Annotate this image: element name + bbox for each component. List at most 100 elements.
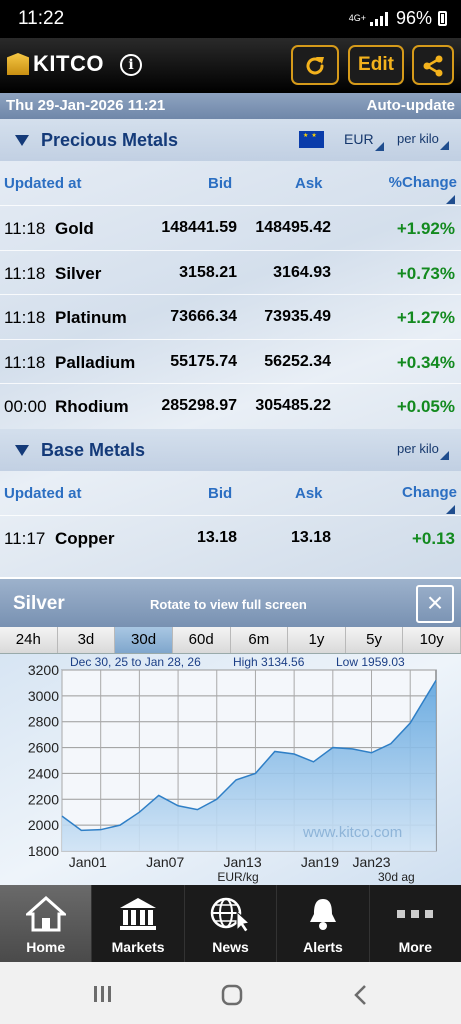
base-unit-selector[interactable]: per kilo xyxy=(397,441,449,460)
logo-text: KITCO xyxy=(33,51,104,76)
nav-more[interactable]: More xyxy=(370,885,461,962)
tab-range-60d[interactable]: 60d xyxy=(173,627,231,653)
col-updated: Updated at xyxy=(4,485,82,502)
row-change: +0.05% xyxy=(396,397,455,416)
info-icon[interactable]: i xyxy=(120,54,142,76)
nav-alerts[interactable]: Alerts xyxy=(277,885,370,962)
row-ask: 305485.22 xyxy=(255,397,331,414)
col-ask: Ask xyxy=(295,485,323,502)
currency-label: EUR xyxy=(344,131,374,147)
chart-panel: Silver Rotate to view full screen × 24h 3… xyxy=(0,577,461,885)
table-row[interactable]: 11:18 Gold 148441.59 148495.42 +1.92% xyxy=(0,205,461,249)
home-system-icon[interactable] xyxy=(220,983,244,1007)
chart-low: Low 1959.03 xyxy=(336,655,405,669)
status-bar: 11:22 4G+ 96% xyxy=(0,0,461,38)
row-metal-name: Palladium xyxy=(55,352,136,372)
table-row[interactable]: 11:17 Copper 13.18 13.18 +0.13 xyxy=(0,515,461,559)
row-bid: 73666.34 xyxy=(170,308,237,325)
tab-range-3d[interactable]: 3d xyxy=(58,627,116,653)
nav-markets[interactable]: Markets xyxy=(92,885,185,962)
bank-building-icon xyxy=(120,898,157,930)
metals-list: Precious Metals EUR per kilo Updated at … xyxy=(0,119,461,577)
y-tick-label: 1800 xyxy=(28,843,59,859)
table-row[interactable]: 11:18 Silver 3158.21 3164.93 +0.73% xyxy=(0,249,461,294)
x-tick-label: Jan07 xyxy=(146,854,184,870)
row-bid: 3158.21 xyxy=(179,263,237,281)
kitco-logo-icon xyxy=(7,53,29,75)
row-time: 11:18 xyxy=(4,263,46,283)
row-change: +0.34% xyxy=(396,352,455,372)
collapse-triangle-icon xyxy=(15,445,29,456)
kitco-app-screen: 11:22 4G+ 96% KITCO i Edit Thu 29-Jan-20… xyxy=(0,0,461,1024)
x-tick-label: Jan23 xyxy=(352,854,390,870)
y-tick-label: 2200 xyxy=(28,791,59,807)
y-tick-label: 2000 xyxy=(28,817,59,833)
eu-flag-icon xyxy=(299,131,324,148)
col-ask: Ask xyxy=(295,175,323,192)
refresh-button[interactable] xyxy=(291,45,339,85)
row-change: +1.27% xyxy=(396,308,455,327)
col-change[interactable]: Change xyxy=(402,484,457,501)
row-ask: 56252.34 xyxy=(264,352,331,370)
close-chart-button[interactable]: × xyxy=(416,585,454,623)
tab-range-1y[interactable]: 1y xyxy=(288,627,346,653)
tab-range-30d[interactable]: 30d xyxy=(115,627,173,653)
y-tick-label: 2800 xyxy=(28,714,59,730)
rotate-hint: Rotate to view full screen xyxy=(150,597,307,612)
row-bid: 148441.59 xyxy=(161,219,237,236)
price-chart[interactable]: 1800 2000 2200 2400 2600 2800 3000 3200 Jan01 Jan… xyxy=(0,654,461,885)
table-row[interactable]: 11:18 Platinum 73666.34 73935.49 +1.27% xyxy=(0,294,461,338)
kitco-logo: KITCO xyxy=(7,51,104,77)
base-metals-title: Base Metals xyxy=(41,440,146,460)
precious-unit-selector[interactable]: per kilo xyxy=(397,131,449,150)
col-bid: Bid xyxy=(208,485,233,502)
home-icon xyxy=(25,896,66,932)
time-range-tabs: 24h 3d 30d 60d 6m 1y 5y 10y xyxy=(0,627,461,654)
collapse-triangle-icon xyxy=(15,135,29,146)
auto-update-label[interactable]: Auto-update xyxy=(367,97,455,114)
table-row[interactable]: 11:18 Palladium 55175.74 56252.34 +0.34% xyxy=(0,338,461,383)
recent-apps-icon[interactable] xyxy=(92,984,114,1004)
bottom-navigation: Home Markets News Alerts More xyxy=(0,885,461,962)
y-tick-label: 3200 xyxy=(28,662,59,678)
col-updated: Updated at xyxy=(4,175,82,192)
row-metal-name: Rhodium xyxy=(55,397,129,416)
row-change: +0.73% xyxy=(396,263,455,283)
nav-news[interactable]: News xyxy=(185,885,278,962)
base-metals-header[interactable]: Base Metals per kilo xyxy=(0,429,461,471)
more-dots-icon xyxy=(397,910,434,918)
row-ask: 73935.49 xyxy=(264,308,331,325)
x-tick-label: Jan19 xyxy=(301,854,339,870)
table-row[interactable]: 00:00 Rhodium 285298.97 305485.22 +0.05% xyxy=(0,383,461,427)
date-bar: Thu 29-Jan-2026 11:21 Auto-update xyxy=(0,93,461,119)
bell-icon xyxy=(309,899,336,930)
y-tick-label: 2600 xyxy=(28,740,59,756)
nav-home[interactable]: Home xyxy=(0,885,93,962)
precious-metals-title: Precious Metals xyxy=(41,130,179,150)
precious-column-headers: Updated at Bid Ask %Change xyxy=(0,161,461,205)
tab-range-6m[interactable]: 6m xyxy=(231,627,289,653)
share-icon xyxy=(423,55,443,77)
row-time: 11:17 xyxy=(4,529,46,548)
chart-metal-name: Silver xyxy=(13,593,65,614)
share-button[interactable] xyxy=(412,45,454,85)
row-change: +0.13 xyxy=(411,529,455,548)
currency-selector[interactable]: EUR xyxy=(344,131,384,151)
tab-range-24h[interactable]: 24h xyxy=(0,627,58,653)
refresh-icon xyxy=(306,57,324,75)
row-ask: 3164.93 xyxy=(273,263,331,281)
edit-button[interactable]: Edit xyxy=(348,45,404,85)
nav-label: Markets xyxy=(111,939,165,955)
tab-range-10y[interactable]: 10y xyxy=(403,627,461,653)
tab-range-5y[interactable]: 5y xyxy=(346,627,404,653)
row-time: 11:18 xyxy=(4,308,46,327)
chart-date-range: Dec 30, 25 to Jan 28, 26 xyxy=(70,655,201,669)
row-metal-name: Silver xyxy=(55,263,102,283)
row-ask: 148495.42 xyxy=(255,219,331,236)
back-icon[interactable] xyxy=(352,983,370,1007)
status-time: 11:22 xyxy=(18,8,65,29)
row-ask: 13.18 xyxy=(290,529,331,546)
col-change[interactable]: %Change xyxy=(389,174,457,191)
x-tick-label: Jan13 xyxy=(223,854,261,870)
precious-metals-header[interactable]: Precious Metals EUR per kilo xyxy=(0,119,461,161)
